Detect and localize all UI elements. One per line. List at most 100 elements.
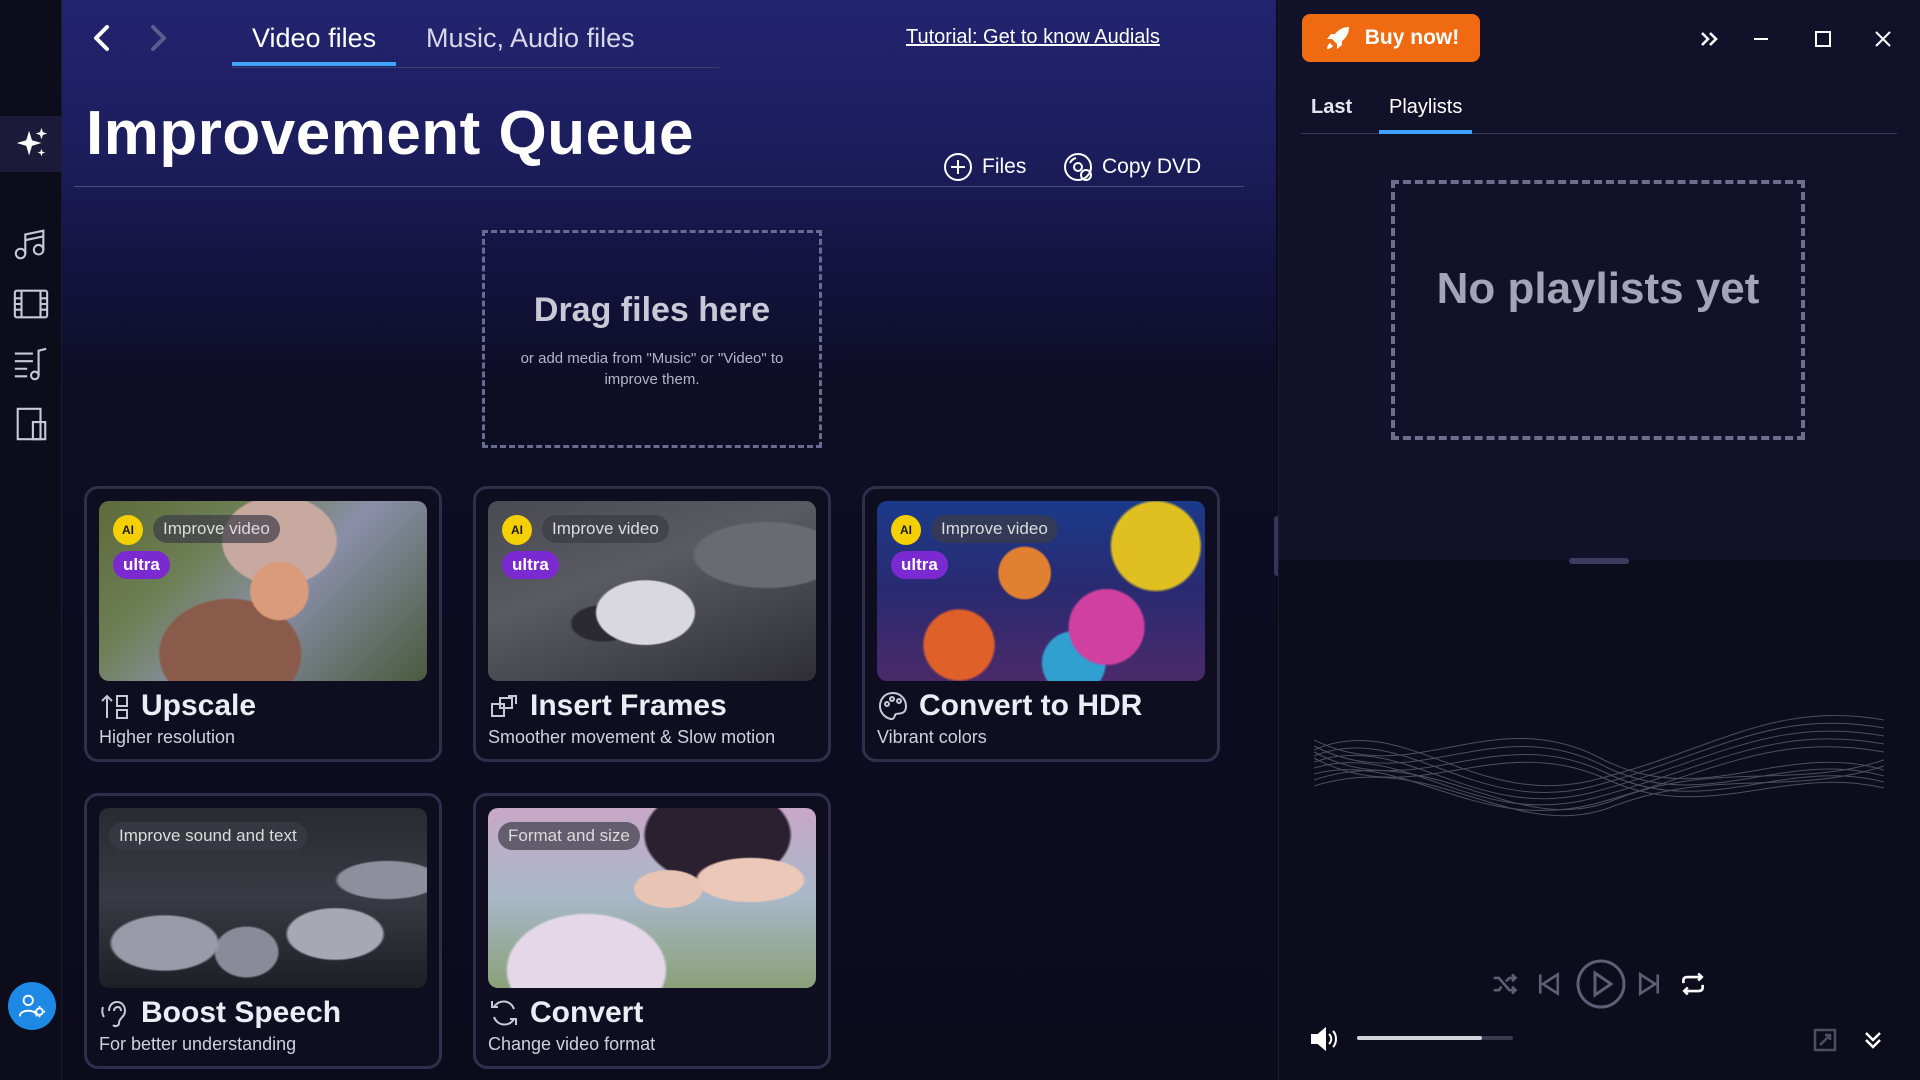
close-button[interactable] — [1863, 22, 1903, 56]
convert-icon — [491, 1000, 517, 1026]
upscale-icon — [101, 694, 128, 719]
double-chevron-right-icon — [1701, 32, 1718, 46]
app-window: Video files Music, Audio files Tutorial:… — [0, 0, 1920, 1080]
audio-waveform-visual — [1314, 714, 1884, 817]
card-upscale[interactable]: AI Improve video ultra Upscale Higher re… — [84, 486, 442, 762]
shuffle-button[interactable] — [1489, 964, 1521, 1004]
right-panel: Buy now! Last Playlists No playlists yet — [1278, 0, 1920, 1080]
expand-icon — [1813, 1028, 1837, 1052]
rail-device-button[interactable] — [0, 396, 62, 452]
skip-next-icon — [1638, 971, 1660, 997]
card-subtitle: Vibrant colors — [877, 727, 987, 747]
tutorial-link[interactable]: Tutorial: Get to know Audials — [906, 26, 1160, 49]
tab-video-files[interactable]: Video files — [232, 22, 397, 66]
card-subtitle: Higher resolution — [99, 727, 236, 747]
card-insert-frames[interactable]: AI Improve video ultra Insert Frames Smo… — [473, 486, 831, 762]
skip-previous-icon — [1538, 971, 1560, 997]
expand-view-button[interactable] — [1809, 1024, 1841, 1056]
card-tag: Improve video — [153, 515, 280, 543]
page-title: Improvement Queue — [86, 99, 694, 168]
card-title: Upscale — [141, 689, 257, 722]
sparkle-icon — [16, 127, 48, 157]
main-area: Video files Music, Audio files Tutorial:… — [62, 0, 1276, 1080]
ear-icon — [101, 1000, 127, 1028]
empty-playlists-text: No playlists yet — [1436, 264, 1760, 313]
panel-resize-grip[interactable] — [1569, 558, 1629, 564]
media-tabs: Video files Music, Audio files — [232, 14, 719, 68]
palette-icon — [878, 691, 908, 721]
disc-icon — [1064, 153, 1092, 181]
upscale-thumbnail: AI Improve video ultra — [99, 501, 427, 681]
frames-icon — [491, 695, 517, 717]
buy-now-label: Buy now! — [1364, 26, 1460, 49]
back-button[interactable] — [84, 18, 120, 58]
ultra-badge: ultra — [113, 551, 170, 579]
hdr-thumbnail: AI Improve video ultra — [877, 501, 1205, 681]
title-divider — [74, 186, 1244, 187]
previous-button[interactable] — [1533, 964, 1565, 1004]
volume-button[interactable] — [1309, 1026, 1339, 1052]
tab-last[interactable]: Last — [1301, 96, 1362, 134]
play-button[interactable] — [1575, 958, 1627, 1010]
card-title-row: Convert — [488, 996, 643, 1030]
card-convert-to-hdr[interactable]: AI Improve video ultra Convert to HDR Vi… — [862, 486, 1220, 762]
forward-button[interactable] — [140, 18, 176, 58]
buy-now-button[interactable]: Buy now! — [1302, 14, 1480, 62]
rail-playlist-button[interactable] — [0, 336, 62, 392]
card-boost-speech[interactable]: Improve sound and text Boost Speech For … — [84, 793, 442, 1069]
minimize-icon — [1754, 38, 1768, 40]
tab-music-audio-files[interactable]: Music, Audio files — [406, 22, 655, 66]
left-rail — [0, 0, 62, 1080]
rail-improve-button[interactable] — [0, 116, 62, 172]
tab-playlists[interactable]: Playlists — [1379, 96, 1473, 134]
minimize-button[interactable] — [1741, 22, 1781, 56]
boost-speech-thumbnail: Improve sound and text — [99, 808, 427, 988]
add-files-button[interactable]: Files — [942, 150, 1026, 184]
maximize-button[interactable] — [1803, 22, 1843, 56]
collapse-player-button[interactable] — [1857, 1024, 1889, 1056]
card-title: Convert to HDR — [919, 689, 1143, 722]
film-icon — [13, 289, 49, 319]
volume-level — [1357, 1036, 1482, 1040]
card-title: Boost Speech — [141, 996, 342, 1029]
rail-music-button[interactable] — [0, 216, 62, 272]
card-tag: Improve sound and text — [109, 822, 307, 850]
double-chevron-down-icon — [1865, 1032, 1881, 1049]
speaker-icon — [1311, 1026, 1337, 1052]
card-subtitle: For better understanding — [99, 1034, 297, 1054]
playlist-drop-zone[interactable]: No playlists yet — [1391, 180, 1805, 440]
card-subtitle: Change video format — [488, 1034, 656, 1054]
ai-badge: AI — [891, 515, 921, 545]
ai-badge: AI — [113, 515, 143, 545]
repeat-button[interactable] — [1677, 964, 1709, 1004]
card-tag: Improve video — [542, 515, 669, 543]
shuffle-icon — [1493, 973, 1518, 995]
collapse-panel-button[interactable] — [1689, 22, 1729, 56]
card-convert[interactable]: Format and size Convert Change video for… — [473, 793, 831, 1069]
card-title-row: Convert to HDR — [877, 689, 1142, 723]
chevron-left-icon — [94, 25, 109, 51]
copy-dvd-label: Copy DVD — [1102, 155, 1202, 178]
right-panel-tabs: Last Playlists — [1301, 86, 1897, 134]
repeat-icon — [1682, 972, 1704, 996]
ai-badge: AI — [502, 515, 532, 545]
volume-slider[interactable] — [1357, 1036, 1513, 1040]
playlist-icon — [14, 347, 47, 381]
next-button[interactable] — [1633, 964, 1665, 1004]
drop-zone-subtitle: or add media from "Music" or "Video" to … — [520, 350, 784, 388]
copy-dvd-button[interactable]: Copy DVD — [1062, 150, 1201, 184]
music-note-icon — [14, 229, 45, 260]
insert-frames-thumbnail: AI Improve video ultra — [488, 501, 816, 681]
maximize-icon — [1815, 31, 1831, 47]
close-icon — [1875, 31, 1891, 47]
rocket-icon — [1326, 27, 1349, 49]
user-settings-button[interactable] — [8, 982, 56, 1030]
card-tag: Improve video — [931, 515, 1058, 543]
convert-thumbnail: Format and size — [488, 808, 816, 988]
drop-zone[interactable]: Drag files here or add media from "Music… — [482, 230, 822, 448]
device-icon — [16, 407, 47, 441]
card-title: Insert Frames — [530, 689, 727, 722]
drop-zone-title: Drag files here — [533, 291, 771, 329]
card-subtitle: Smoother movement & Slow motion — [488, 727, 776, 747]
rail-video-button[interactable] — [0, 276, 62, 332]
